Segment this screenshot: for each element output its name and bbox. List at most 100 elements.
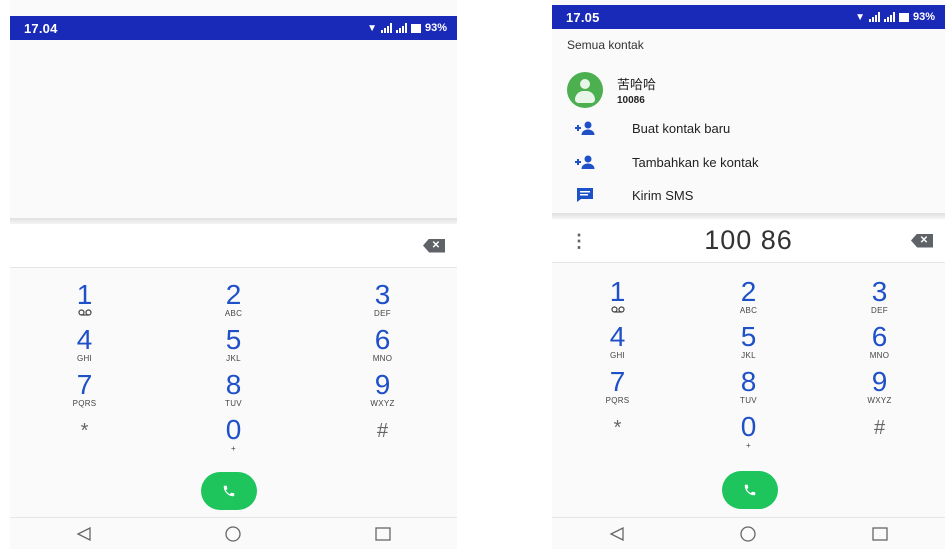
contact-suggestion[interactable]: 苦哈哈 10086 bbox=[552, 70, 945, 110]
key-3[interactable]: 3 DEF bbox=[840, 278, 920, 323]
key-0[interactable]: 0 + bbox=[709, 413, 789, 458]
key-3[interactable]: 3 DEF bbox=[343, 281, 423, 326]
battery-icon bbox=[410, 23, 421, 33]
status-icons: ▼ 93% bbox=[855, 11, 935, 23]
key-6[interactable]: 6 MNO bbox=[840, 323, 920, 368]
key-digit: 8 bbox=[740, 366, 757, 397]
recents-icon[interactable] bbox=[375, 526, 391, 541]
key-2[interactable]: 2 ABC bbox=[709, 278, 789, 323]
key-digit: 6 bbox=[374, 324, 391, 355]
key-letters: GHI bbox=[609, 351, 626, 360]
back-icon[interactable] bbox=[76, 526, 92, 541]
back-icon[interactable] bbox=[609, 526, 625, 541]
phone-icon bbox=[744, 484, 756, 496]
key-symbol: # bbox=[376, 420, 389, 442]
key-digit: 9 bbox=[871, 366, 888, 397]
key-letters: ABC bbox=[739, 306, 758, 315]
battery-percent: 93% bbox=[424, 22, 447, 34]
contact-name: 苦哈哈 bbox=[617, 77, 657, 92]
key-letters: PQRS bbox=[605, 396, 630, 405]
key-row: 4 GHI 5 JKL 6 MNO bbox=[10, 326, 457, 371]
send-sms-action[interactable]: Kirim SMS bbox=[552, 180, 945, 210]
key-hash[interactable]: # bbox=[840, 413, 920, 458]
key-star[interactable]: * bbox=[578, 413, 658, 458]
key-digit: 4 bbox=[609, 321, 626, 352]
call-button[interactable] bbox=[201, 472, 257, 510]
voicemail-icon bbox=[77, 309, 92, 319]
key-1[interactable]: 1 bbox=[578, 278, 658, 323]
digits-input[interactable]: 100 86 bbox=[552, 225, 945, 256]
key-symbol: * bbox=[80, 420, 89, 442]
key-row: 7 PQRS 8 TUV 9 WXYZ bbox=[552, 368, 945, 413]
dialer-screen-typed: 17.05 ▼ 93% Semua kontak 苦哈哈 10086 Buat … bbox=[552, 0, 945, 549]
digits-bar[interactable]: ⋮ 100 86 ✕ bbox=[552, 219, 945, 263]
key-letters: ABC bbox=[224, 309, 243, 318]
digits-bar[interactable]: ✕ bbox=[10, 224, 457, 268]
key-letters: TUV bbox=[740, 396, 757, 405]
key-6[interactable]: 6 MNO bbox=[343, 326, 423, 371]
key-digit: 5 bbox=[740, 321, 757, 352]
key-8[interactable]: 8 TUV bbox=[194, 371, 274, 416]
status-time: 17.05 bbox=[566, 9, 600, 25]
signal-icon bbox=[380, 23, 392, 33]
call-button[interactable] bbox=[722, 471, 778, 509]
key-digit: 0 bbox=[225, 414, 242, 445]
signal-icon-2 bbox=[395, 23, 407, 33]
create-contact-action[interactable]: Buat kontak baru bbox=[552, 113, 945, 143]
signal-icon-2 bbox=[883, 12, 895, 22]
key-9[interactable]: 9 WXYZ bbox=[343, 371, 423, 416]
wifi-icon: ▼ bbox=[367, 22, 377, 34]
add-to-contact-action[interactable]: Tambahkan ke kontak bbox=[552, 147, 945, 177]
backspace-icon[interactable]: ✕ bbox=[423, 238, 445, 253]
key-letters: JKL bbox=[741, 351, 756, 360]
add-person-icon bbox=[573, 155, 597, 169]
signal-icon bbox=[868, 12, 880, 22]
key-0[interactable]: 0 + bbox=[194, 416, 274, 461]
key-row: 4 GHI 5 JKL 6 MNO bbox=[552, 323, 945, 368]
key-letters: MNO bbox=[372, 354, 393, 363]
key-5[interactable]: 5 JKL bbox=[709, 323, 789, 368]
contact-number: 10086 bbox=[617, 95, 645, 106]
battery-percent: 93% bbox=[912, 11, 935, 23]
key-digit: 3 bbox=[374, 279, 391, 310]
key-symbol: # bbox=[873, 417, 886, 439]
key-digit: 3 bbox=[871, 276, 888, 307]
key-digit: 8 bbox=[225, 369, 242, 400]
status-icons: ▼ 93% bbox=[367, 22, 447, 34]
key-letters: WXYZ bbox=[370, 399, 395, 408]
key-digit: 5 bbox=[225, 324, 242, 355]
key-letters: + bbox=[746, 441, 751, 450]
more-options-icon[interactable]: ⋮ bbox=[570, 232, 588, 250]
key-row: 7 PQRS 8 TUV 9 WXYZ bbox=[10, 371, 457, 416]
keypad: 1 2 ABC 3 DEF 4 GHI 5 JKL 6 MNO 7 PQRS 8 TUV 9W… bbox=[10, 281, 457, 461]
action-label: Tambahkan ke kontak bbox=[632, 154, 759, 170]
key-7[interactable]: 7 PQRS bbox=[45, 371, 125, 416]
key-digit: 1 bbox=[609, 276, 626, 307]
navigation-bar bbox=[552, 517, 945, 549]
home-icon[interactable] bbox=[739, 525, 757, 543]
key-4[interactable]: 4 GHI bbox=[45, 326, 125, 371]
home-icon[interactable] bbox=[224, 525, 242, 543]
key-9[interactable]: 9 WXYZ bbox=[840, 368, 920, 413]
key-4[interactable]: 4 GHI bbox=[578, 323, 658, 368]
key-digit: 0 bbox=[740, 411, 757, 442]
key-7[interactable]: 7 PQRS bbox=[578, 368, 658, 413]
key-digit: 9 bbox=[374, 369, 391, 400]
key-digit: 7 bbox=[76, 369, 93, 400]
key-symbol: * bbox=[613, 417, 622, 439]
key-1[interactable]: 1 bbox=[45, 281, 125, 326]
contacts-section-header: Semua kontak bbox=[567, 38, 644, 52]
status-bar: 17.04 ▼ 93% bbox=[10, 16, 457, 40]
key-letters: MNO bbox=[869, 351, 890, 360]
key-2[interactable]: 2 ABC bbox=[194, 281, 274, 326]
key-letters: GHI bbox=[76, 354, 93, 363]
key-8[interactable]: 8 TUV bbox=[709, 368, 789, 413]
key-star[interactable]: * bbox=[45, 416, 125, 461]
key-hash[interactable]: # bbox=[343, 416, 423, 461]
recents-icon[interactable] bbox=[872, 526, 888, 541]
key-digit: 7 bbox=[609, 366, 626, 397]
key-digit: 4 bbox=[76, 324, 93, 355]
key-5[interactable]: 5 JKL bbox=[194, 326, 274, 371]
key-digit: 6 bbox=[871, 321, 888, 352]
key-letters: PQRS bbox=[72, 399, 97, 408]
